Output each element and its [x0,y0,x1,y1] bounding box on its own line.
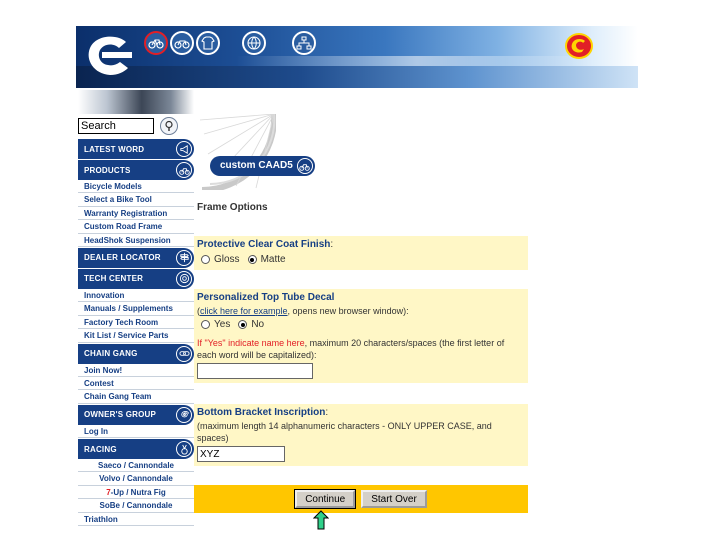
sidebar-item-volvo[interactable]: Volvo / Cannondale [78,472,194,486]
decal-name-input[interactable] [197,363,313,379]
jersey-icon[interactable] [196,31,220,55]
sidebar-item-7up-label: -Up / Nutra Fig [110,487,166,497]
clear-coat-options: Gloss Matte [197,253,525,266]
sidebar-item-saeco[interactable]: Saeco / Cannondale [78,459,194,473]
decal-instruction-red: If "Yes" indicate name here [197,338,305,348]
section-label: CHAIN GANG [84,349,138,359]
section-label: TECH CENTER [84,274,144,284]
wheel-graphic [199,114,276,190]
sidebar-item-chain-gang-team[interactable]: Chain Gang Team [78,390,194,404]
custom-caad5-label: custom CAAD5 [220,160,293,171]
continue-button[interactable]: Continue [294,489,357,509]
globe-icon[interactable] [242,31,266,55]
decal-example-line: (click here for example, opens new brows… [197,305,525,317]
banner-swoosh [76,66,638,88]
sidebar-section-latest-word[interactable]: LATEST WORD [78,139,194,159]
sidebar-section-racing[interactable]: RACING [78,439,194,460]
clear-coat-radio-matte[interactable] [247,255,257,264]
sidebar-item-sobe[interactable]: SoBe / Cannondale [78,499,194,513]
sidebar-item-contest[interactable]: Contest [78,377,194,391]
search-input[interactable] [78,118,154,134]
bottom-bracket-title-colon: : [325,407,329,418]
sidebar-item-headshok-suspension[interactable]: HeadShok Suspension [78,234,194,247]
sidebar-item-innovation[interactable]: Innovation [78,289,194,303]
bottom-bracket-title: Bottom Bracket Inscription: [197,406,525,420]
chain-icon [176,345,192,362]
sidebar-item-log-in[interactable]: Log In [78,425,194,439]
section-label: DEALER LOCATOR [84,253,161,263]
site-banner [76,26,638,88]
signpost-icon [176,249,192,266]
bottom-bracket-note: (maximum length 14 alphanumeric characte… [197,421,492,443]
clear-coat-label-matte: Matte [260,254,286,265]
cannondale-badge-icon[interactable] [564,32,594,60]
sidebar-item-triathlon[interactable]: Triathlon [78,513,194,527]
sidebar-item-warranty-registration[interactable]: Warranty Registration [78,207,194,221]
section-label: RACING [84,444,117,454]
clear-coat-radio-gloss[interactable] [201,255,210,264]
clear-coat-title-colon: : [330,239,334,250]
custom-caad5-badge: custom CAAD5 [210,156,315,176]
clear-coat-title: Protective Clear Coat Finish: [197,238,525,252]
sidebar-section-tech-center[interactable]: TECH CENTER [78,268,194,289]
clear-coat-label-gloss: Gloss [214,254,240,265]
sidebar-item-7up[interactable]: 7-Up / Nutra Fig [78,486,194,500]
sidebar-item-select-bike-tool[interactable]: Select a Bike Tool [78,193,194,207]
sidebar-section-dealer-locator[interactable]: DEALER LOCATOR [78,247,194,268]
section-label: LATEST WORD [84,144,145,154]
bottom-bracket-title-text: Bottom Bracket Inscription [197,407,326,418]
decal-label-yes: Yes [214,319,231,330]
section-label: PRODUCTS [84,165,131,175]
sidebar-item-bicycle-models[interactable]: Bicycle Models [78,180,194,194]
left-sidebar: LATEST WORD PRODUCTS Bicycle Models Sele… [78,90,194,527]
cannondale-c-logo[interactable] [82,32,134,80]
decal-example-link[interactable]: click here for example [200,306,288,316]
sidebar-item-manuals[interactable]: Manuals / Supplements [78,302,194,316]
bottom-bracket-input[interactable] [197,446,285,462]
decal-radio-no[interactable] [238,320,248,329]
decal-link-tail: , opens new browser window): [287,306,409,316]
search-row [78,114,194,138]
banner-highlight [236,56,598,66]
section-label: OWNER'S GROUP [84,410,157,420]
start-over-button[interactable]: Start Over [361,490,427,508]
sidebar-item-join-now[interactable]: Join Now! [78,364,194,377]
decal-radio-yes[interactable] [201,320,210,329]
medal-icon [176,441,192,458]
search-icon[interactable] [160,117,178,135]
sidebar-item-factory-tech-room[interactable]: Factory Tech Room [78,316,194,330]
sidebar-section-chain-gang[interactable]: CHAIN GANG [78,343,194,364]
sidebar-item-kit-list[interactable]: Kit List / Service Parts [78,329,194,343]
action-bar: Continue Start Over [194,485,528,513]
decal-label-no: No [251,319,265,330]
clear-coat-title-text: Protective Clear Coat Finish [197,239,331,250]
bike-icon [296,158,313,174]
decal-instruction: If "Yes" indicate name here, maximum 20 … [197,337,525,361]
megaphone-icon [176,141,192,157]
decal-panel: Personalized Top Tube Decal (click here … [194,289,528,383]
mountain-bike-icon[interactable] [170,31,194,55]
spiral-icon [176,406,192,423]
bike-icon [176,162,192,178]
rider-photo-strip [78,90,194,114]
sitemap-icon[interactable] [292,31,316,55]
page-title: Frame Options [197,202,268,213]
decal-options: Yes No [197,318,525,331]
sidebar-section-products[interactable]: PRODUCTS [78,160,194,180]
decal-title: Personalized Top Tube Decal [197,292,335,303]
sidebar-section-owners-group[interactable]: OWNER'S GROUP [78,404,194,425]
pointer-arrow-icon [313,510,329,530]
bottom-bracket-panel: Bottom Bracket Inscription: (maximum len… [194,404,528,466]
target-icon [176,270,192,287]
sidebar-item-custom-road-frame[interactable]: Custom Road Frame [78,220,194,234]
road-bike-icon[interactable] [144,31,168,55]
clear-coat-panel: Protective Clear Coat Finish: Gloss Matt… [194,236,528,270]
